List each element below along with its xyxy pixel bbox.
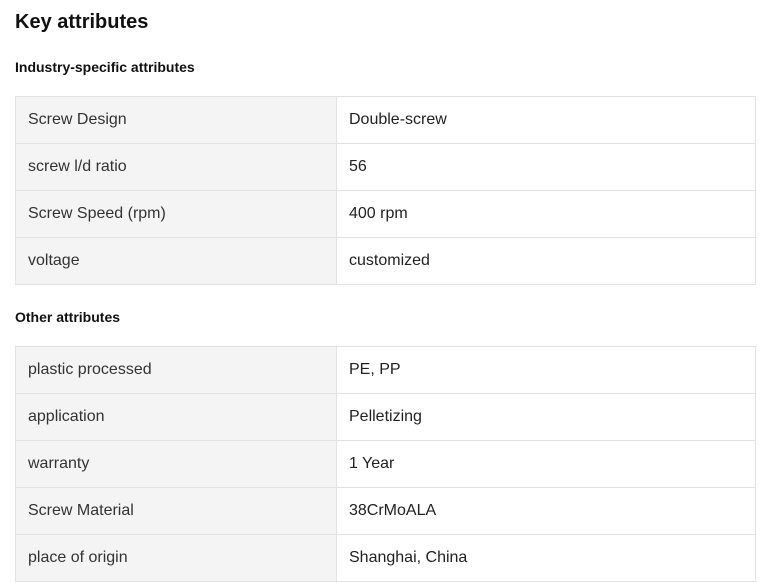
attribute-value: 1 Year [336,440,756,488]
other-attributes-table: plastic processed PE, PP application Pel… [15,346,756,582]
attribute-name: Screw Speed (rpm) [15,190,337,238]
attribute-value: 400 rpm [336,190,756,238]
attribute-name: Screw Design [15,96,337,144]
section-title-industry-specific: Industry-specific attributes [15,59,195,75]
attribute-value: Pelletizing [336,393,756,441]
table-row: warranty 1 Year [15,440,756,488]
attribute-name: Screw Material [15,487,337,535]
attribute-name: warranty [15,440,337,488]
table-row: application Pelletizing [15,393,756,441]
attribute-value: customized [336,237,756,285]
attribute-value: Shanghai, China [336,534,756,582]
attribute-name: place of origin [15,534,337,582]
page-title: Key attributes [15,11,149,33]
attribute-value: 56 [336,143,756,191]
table-row: Screw Material 38CrMoALA [15,487,756,535]
table-row: screw l/d ratio 56 [15,143,756,191]
attribute-value: 38CrMoALA [336,487,756,535]
section-title-other: Other attributes [15,309,121,325]
industry-attributes-table: Screw Design Double-screw screw l/d rati… [15,96,756,285]
attribute-value: PE, PP [336,346,756,394]
attribute-name: voltage [15,237,337,285]
table-row: Screw Design Double-screw [15,96,756,144]
table-row: voltage customized [15,237,756,285]
attribute-name: application [15,393,337,441]
table-row: plastic processed PE, PP [15,346,756,394]
table-row: Screw Speed (rpm) 400 rpm [15,190,756,238]
table-row: place of origin Shanghai, China [15,534,756,582]
attribute-name: plastic processed [15,346,337,394]
attribute-value: Double-screw [336,96,756,144]
attribute-name: screw l/d ratio [15,143,337,191]
